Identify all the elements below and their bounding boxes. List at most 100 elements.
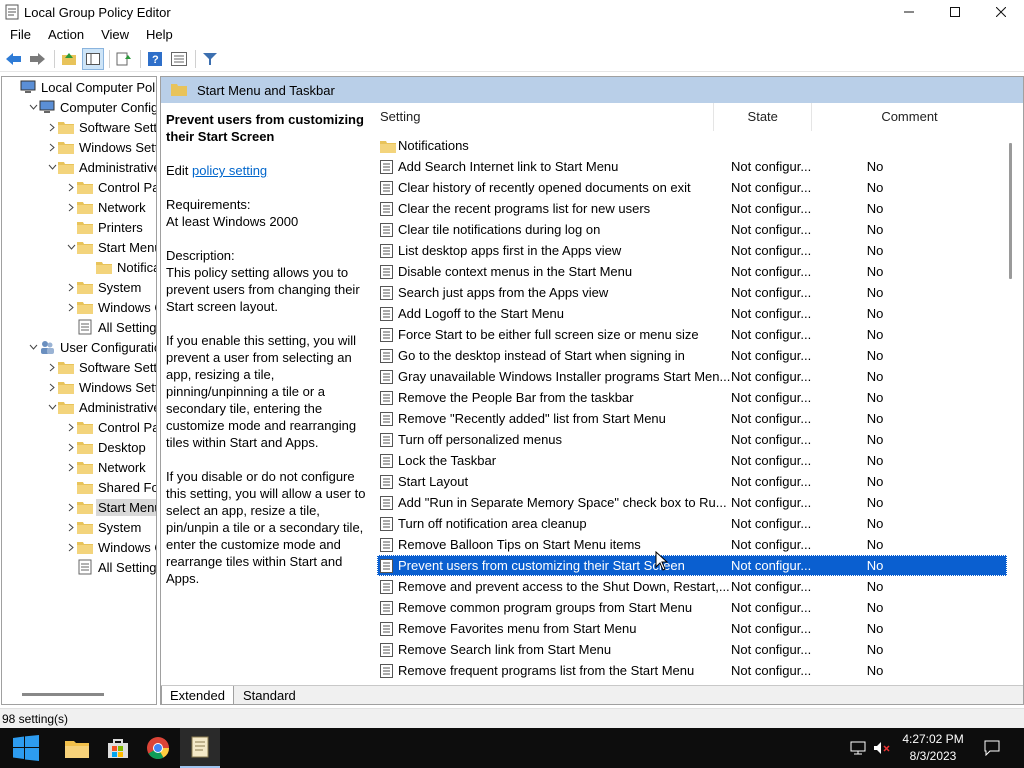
network-icon[interactable]: [848, 728, 868, 768]
chevron-right-icon[interactable]: [46, 377, 58, 397]
table-row[interactable]: Remove frequent programs list from the S…: [377, 660, 1007, 681]
chevron-down-icon[interactable]: [46, 157, 58, 177]
table-row[interactable]: Add Logoff to the Start Menu Not configur…: [377, 303, 1007, 324]
tree-node[interactable]: Local Computer Policy: [8, 77, 156, 97]
chevron-right-icon[interactable]: [65, 297, 77, 317]
console-tree[interactable]: Local Computer Policy Computer Configura S…: [1, 76, 157, 705]
export-list-icon[interactable]: [113, 48, 135, 70]
table-row[interactable]: Notifications: [377, 135, 1007, 156]
menu-help[interactable]: Help: [136, 27, 180, 42]
table-row[interactable]: Clear tile notifications during log on No…: [377, 219, 1007, 240]
table-row[interactable]: Turn off personalized menus Not configur.…: [377, 429, 1007, 450]
chevron-down-icon[interactable]: [46, 397, 58, 417]
tree-node[interactable]: Software Setting: [46, 357, 156, 377]
tab-extended[interactable]: Extended: [161, 686, 234, 704]
tree-node[interactable]: Shared Folde: [65, 477, 156, 497]
tree-node[interactable]: System: [65, 277, 143, 297]
tree-node[interactable]: Software Settings: [46, 117, 156, 137]
table-row[interactable]: Turn off notification area cleanup Not co…: [377, 513, 1007, 534]
table-row[interactable]: Lock the Taskbar Not configur... No: [377, 450, 1007, 471]
table-row[interactable]: Disable context menus in the Start Menu N…: [377, 261, 1007, 282]
chevron-down-icon[interactable]: [65, 237, 77, 257]
chevron-right-icon[interactable]: [65, 537, 77, 557]
chevron-right-icon[interactable]: [65, 177, 77, 197]
tree-node[interactable]: All Settings: [65, 317, 156, 337]
table-row[interactable]: Clear history of recently opened documen…: [377, 177, 1007, 198]
chevron-down-icon[interactable]: [27, 337, 39, 357]
tab-standard[interactable]: Standard: [235, 686, 304, 704]
maximize-button[interactable]: [932, 0, 978, 24]
tree-node[interactable]: System: [65, 517, 143, 537]
menu-view[interactable]: View: [91, 27, 136, 42]
chevron-right-icon[interactable]: [46, 117, 58, 137]
table-row[interactable]: Remove common program groups from Start …: [377, 597, 1007, 618]
table-row[interactable]: Remove "Recently added" list from Start …: [377, 408, 1007, 429]
table-row[interactable]: Go to the desktop instead of Start when …: [377, 345, 1007, 366]
column-header-comment[interactable]: Comment: [812, 103, 1007, 131]
tree-horizontal-scrollbar[interactable]: [22, 693, 104, 696]
settings-list[interactable]: Setting State Comment Notifications Add S…: [377, 103, 1023, 683]
chevron-right-icon[interactable]: [65, 197, 77, 217]
chevron-right-icon[interactable]: [46, 357, 58, 377]
store-icon[interactable]: [98, 728, 138, 768]
file-explorer-icon[interactable]: [57, 728, 97, 768]
tree-node[interactable]: Start Menu a: [65, 237, 156, 257]
table-row[interactable]: List desktop apps first in the Apps view…: [377, 240, 1007, 261]
show-hide-tree-icon[interactable]: [82, 47, 104, 70]
tree-node[interactable]: Printers: [65, 217, 145, 237]
filter-icon[interactable]: [199, 48, 221, 70]
chevron-down-icon[interactable]: [27, 97, 39, 117]
tree-node[interactable]: All Settings: [65, 557, 156, 577]
chevron-right-icon[interactable]: [46, 137, 58, 157]
table-row[interactable]: Add Search Internet link to Start Menu No…: [377, 156, 1007, 177]
table-row[interactable]: Force Start to be either full screen siz…: [377, 324, 1007, 345]
back-arrow-icon[interactable]: [3, 48, 25, 70]
tree-node[interactable]: Start Menu a: [65, 497, 156, 517]
windows-start-icon[interactable]: [6, 728, 46, 768]
menu-action[interactable]: Action: [38, 27, 91, 42]
tree-node[interactable]: Windows Co: [65, 297, 156, 317]
tree-node[interactable]: Network: [65, 457, 148, 477]
gpedit-taskbar-icon[interactable]: [180, 728, 220, 768]
tree-node[interactable]: Windows Settings: [46, 137, 156, 157]
chevron-right-icon[interactable]: [65, 457, 77, 477]
table-row[interactable]: Remove Search link from Start Menu Not co…: [377, 639, 1007, 660]
table-row[interactable]: Remove Favorites menu from Start Menu Not…: [377, 618, 1007, 639]
tree-node[interactable]: Administrative T: [46, 157, 156, 177]
menu-file[interactable]: File: [0, 27, 38, 42]
column-header-state[interactable]: State: [714, 103, 812, 131]
table-row[interactable]: Search just apps from the Apps view Not c…: [377, 282, 1007, 303]
table-row[interactable]: Add "Run in Separate Memory Space" check…: [377, 492, 1007, 513]
edit-policy-setting-link[interactable]: policy setting: [192, 163, 267, 178]
table-row[interactable]: Prevent users from customizing their Sta…: [377, 555, 1007, 576]
close-button[interactable]: [978, 0, 1024, 24]
tree-node[interactable]: Desktop: [65, 437, 148, 457]
chevron-right-icon[interactable]: [65, 517, 77, 537]
tree-node[interactable]: User Configuration: [27, 337, 156, 357]
table-row[interactable]: Gray unavailable Windows Installer progr…: [377, 366, 1007, 387]
tree-node[interactable]: Control Pane: [65, 417, 156, 437]
forward-arrow-icon[interactable]: [27, 48, 49, 70]
tree-node[interactable]: Windows Settin: [46, 377, 156, 397]
vertical-scrollbar[interactable]: [1009, 143, 1012, 279]
column-header-setting[interactable]: Setting: [377, 103, 715, 131]
chrome-icon[interactable]: [138, 728, 178, 768]
help-icon[interactable]: ?: [144, 48, 166, 70]
tree-node[interactable]: Notificat: [84, 257, 156, 277]
tree-node[interactable]: Computer Configura: [27, 97, 156, 117]
table-row[interactable]: Clear the recent programs list for new u…: [377, 198, 1007, 219]
tree-node[interactable]: Network: [65, 197, 148, 217]
chevron-right-icon[interactable]: [65, 277, 77, 297]
notifications-icon[interactable]: [980, 728, 1004, 768]
properties-icon[interactable]: [168, 48, 190, 70]
up-folder-icon[interactable]: [58, 48, 80, 70]
tree-node[interactable]: Windows Co: [65, 537, 156, 557]
chevron-right-icon[interactable]: [65, 497, 77, 517]
minimize-button[interactable]: [886, 0, 932, 24]
volume-muted-icon[interactable]: [872, 728, 892, 768]
table-row[interactable]: Start Layout Not configur... No: [377, 471, 1007, 492]
clock[interactable]: 4:27:02 PM 8/3/2023: [892, 731, 974, 765]
tree-node[interactable]: Administrative T: [46, 397, 156, 417]
chevron-right-icon[interactable]: [65, 437, 77, 457]
table-row[interactable]: Remove and prevent access to the Shut Do…: [377, 576, 1007, 597]
